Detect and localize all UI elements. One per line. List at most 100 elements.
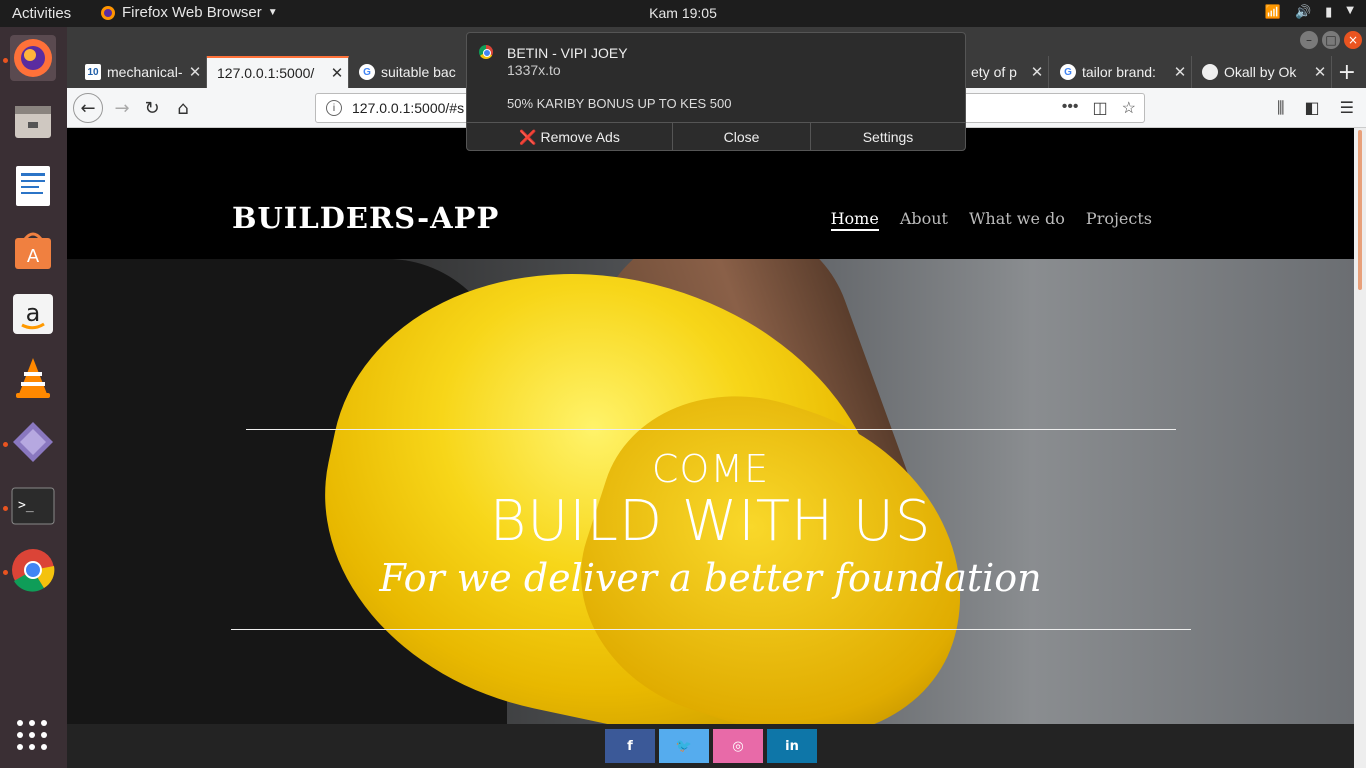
dock-writer[interactable] [10, 163, 56, 209]
chrome-icon [12, 549, 55, 592]
close-icon[interactable]: ✕ [1169, 63, 1191, 81]
reload-button[interactable]: ↻ [139, 95, 165, 121]
notification-source: 1337x.to [507, 62, 561, 78]
editor-icon [13, 422, 53, 462]
gnome-top-bar: Activities Firefox Web Browser ▼ Kam 19:… [0, 0, 1366, 27]
nav-about[interactable]: About [900, 209, 948, 231]
back-button[interactable]: ← [73, 93, 103, 123]
tab-tailor[interactable]: G tailor brand: ✕ [1050, 56, 1192, 88]
info-icon[interactable]: i [326, 100, 342, 116]
apps-grid-icon[interactable] [17, 720, 47, 750]
tab-title: Okall by Ok [1224, 64, 1297, 80]
hero-tagline: For we deliver a better foundation [379, 556, 1042, 600]
sidebar-icon[interactable]: ◧ [1305, 98, 1320, 118]
close-icon[interactable]: ✕ [1026, 63, 1048, 81]
firefox-icon [14, 39, 52, 77]
social-bar: f 🐦 ◎ in [67, 724, 1354, 768]
minimize-button[interactable]: – [1300, 31, 1318, 49]
nav-projects[interactable]: Projects [1086, 209, 1152, 231]
activities-button[interactable]: Activities [12, 5, 71, 22]
hero-divider-bottom [231, 629, 1191, 630]
scrollbar-thumb[interactable] [1358, 130, 1362, 290]
site-brand[interactable]: BUILDERS-APP [232, 201, 499, 235]
page-actions-icon[interactable]: ••• [1062, 98, 1079, 118]
pocket-icon[interactable]: ◫ [1093, 98, 1108, 118]
remove-ads-button[interactable]: ❌ Remove Ads [467, 123, 673, 151]
hamburger-menu-icon[interactable]: ☰ [1340, 98, 1354, 118]
tab-suitable[interactable]: G suitable bac [349, 56, 467, 88]
facebook-icon[interactable]: f [605, 729, 655, 763]
dock-amazon[interactable]: a [10, 291, 56, 337]
software-icon: A [15, 232, 51, 269]
home-button[interactable]: ⌂ [170, 95, 196, 121]
tab-title: mechanical- [107, 64, 183, 80]
app-menu-label: Firefox Web Browser [122, 4, 262, 21]
dock-chrome[interactable] [10, 547, 56, 593]
page-scrollbar[interactable] [1354, 128, 1366, 768]
close-window-button[interactable]: × [1344, 31, 1362, 49]
system-tray[interactable]: 📶 🔊 ▮ ▼ [1265, 5, 1354, 20]
toolbar-right: ⫼ ◧ ☰ [1277, 98, 1354, 118]
bookmark-star-icon[interactable]: ☆ [1122, 98, 1136, 118]
hero-come: COME [651, 447, 770, 491]
close-icon[interactable]: ✕ [1309, 63, 1331, 81]
tab-localhost[interactable]: 127.0.0.1:5000/ ✕ [207, 56, 349, 88]
url-text: 127.0.0.1:5000/#s [352, 100, 465, 116]
library-icon[interactable]: ⫼ [1277, 98, 1284, 118]
tab-title: suitable bac [381, 64, 456, 80]
terminal-icon: >_ [11, 487, 55, 525]
notification-title: BETIN - VIPI JOEY [507, 45, 628, 61]
hero-heading: BUILD WITH US [489, 489, 932, 554]
close-icon[interactable]: ✕ [326, 64, 348, 82]
chevron-down-icon: ▼ [1346, 5, 1354, 16]
dock-terminal[interactable]: >_ [10, 483, 56, 529]
dock-firefox[interactable] [10, 35, 56, 81]
chevron-down-icon: ▼ [267, 7, 278, 18]
running-indicator [3, 506, 8, 511]
instagram-icon[interactable]: ◎ [713, 729, 763, 763]
site-favicon-icon: 10 [85, 64, 101, 80]
notification-actions: ❌ Remove Ads Close Settings [467, 122, 965, 151]
wifi-icon: 📶 [1264, 5, 1281, 20]
notification-body[interactable]: 50% KARIBY BONUS UP TO KES 500 [507, 96, 731, 111]
vlc-icon [16, 358, 50, 398]
dock-files[interactable] [10, 99, 56, 145]
nav-home[interactable]: Home [830, 209, 879, 231]
new-tab-button[interactable]: + [1338, 60, 1356, 85]
url-actions: ••• ◫ ☆ [1062, 98, 1136, 118]
dock-vlc[interactable] [10, 355, 56, 401]
notification-settings-button[interactable]: Settings [811, 123, 965, 151]
battery-icon: ▮ [1325, 5, 1333, 20]
linkedin-icon[interactable]: in [767, 729, 817, 763]
site-nav: Home About What we do Projects [830, 209, 1152, 231]
tab-title: tailor brand: [1082, 64, 1156, 80]
running-indicator [3, 570, 8, 575]
amazon-icon: a [13, 294, 53, 334]
app-menu[interactable]: Firefox Web Browser ▼ [100, 4, 278, 21]
tab-mechanical[interactable]: 10 mechanical- ✕ [75, 56, 207, 88]
close-icon[interactable]: ✕ [184, 63, 206, 81]
google-icon: G [1060, 64, 1076, 80]
forward-button[interactable]: → [109, 95, 135, 121]
hero-banner: COME BUILD WITH US For we deliver a bett… [67, 259, 1354, 724]
github-icon: ● [1202, 64, 1218, 80]
nav-what-we-do[interactable]: What we do [969, 209, 1065, 231]
files-icon [15, 106, 51, 138]
close-notification-button[interactable]: Close [673, 123, 811, 151]
web-page: BUILDERS-APP Home About What we do Proje… [67, 128, 1354, 768]
tab-okall[interactable]: ● Okall by Ok ✕ [1192, 56, 1332, 88]
running-indicator [3, 442, 8, 447]
tab-title: ety of p [971, 64, 1017, 80]
svg-text:A: A [27, 246, 40, 267]
tab-variety[interactable]: ety of p ✕ [967, 56, 1049, 88]
twitter-icon[interactable]: 🐦 [659, 729, 709, 763]
running-indicator [3, 58, 8, 63]
hero-divider-top [246, 429, 1176, 430]
svg-text:a: a [26, 299, 41, 327]
maximize-button[interactable]: □ [1322, 31, 1340, 49]
google-icon: G [359, 64, 375, 80]
notification-popup: BETIN - VIPI JOEY 1337x.to 50% KARIBY BO… [466, 32, 966, 151]
dock-editor[interactable] [10, 419, 56, 465]
dock-software[interactable]: A [10, 227, 56, 273]
writer-icon [16, 166, 50, 206]
